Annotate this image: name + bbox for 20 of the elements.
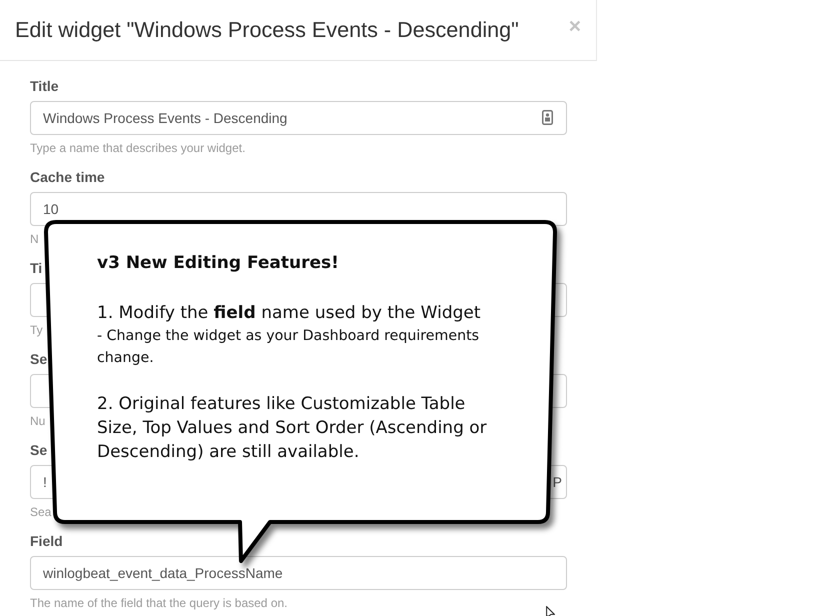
contact-card-icon[interactable] [542, 110, 553, 125]
field-label: Cache time [30, 168, 105, 187]
field-label: Title [30, 77, 59, 96]
text-input[interactable]: Windows Process Events - Descending [30, 101, 567, 135]
field-label: Field [30, 532, 63, 551]
feature-text: 2. Original features like Customizable Table Size, Top Values and Sort Order (Ascending or Descending) are still available. [97, 393, 488, 464]
feature-note: - Change the widget as your Dashboard requirements change. [97, 327, 480, 368]
help-text: Ty [30, 323, 43, 337]
callout-title: v3 New Editing Features! [97, 252, 340, 275]
field-label: Ti [30, 259, 42, 278]
text-input[interactable]: winlogbeat_event_data_ProcessName [30, 556, 567, 590]
help-text: N [30, 232, 39, 246]
help-text: Nu [30, 414, 46, 428]
field-label: Se [30, 350, 48, 369]
help-text: Sea [30, 505, 52, 519]
field-label: Se [30, 441, 48, 460]
dialog-title: Edit widget "Windows Process Events - Descending" [15, 16, 519, 44]
help-text: Type a name that describes your widget. [30, 141, 246, 155]
feature-text: 1. Modify the field name used by the Widget [97, 302, 482, 325]
help-text: The name of the field that the query is based on. [30, 596, 288, 610]
